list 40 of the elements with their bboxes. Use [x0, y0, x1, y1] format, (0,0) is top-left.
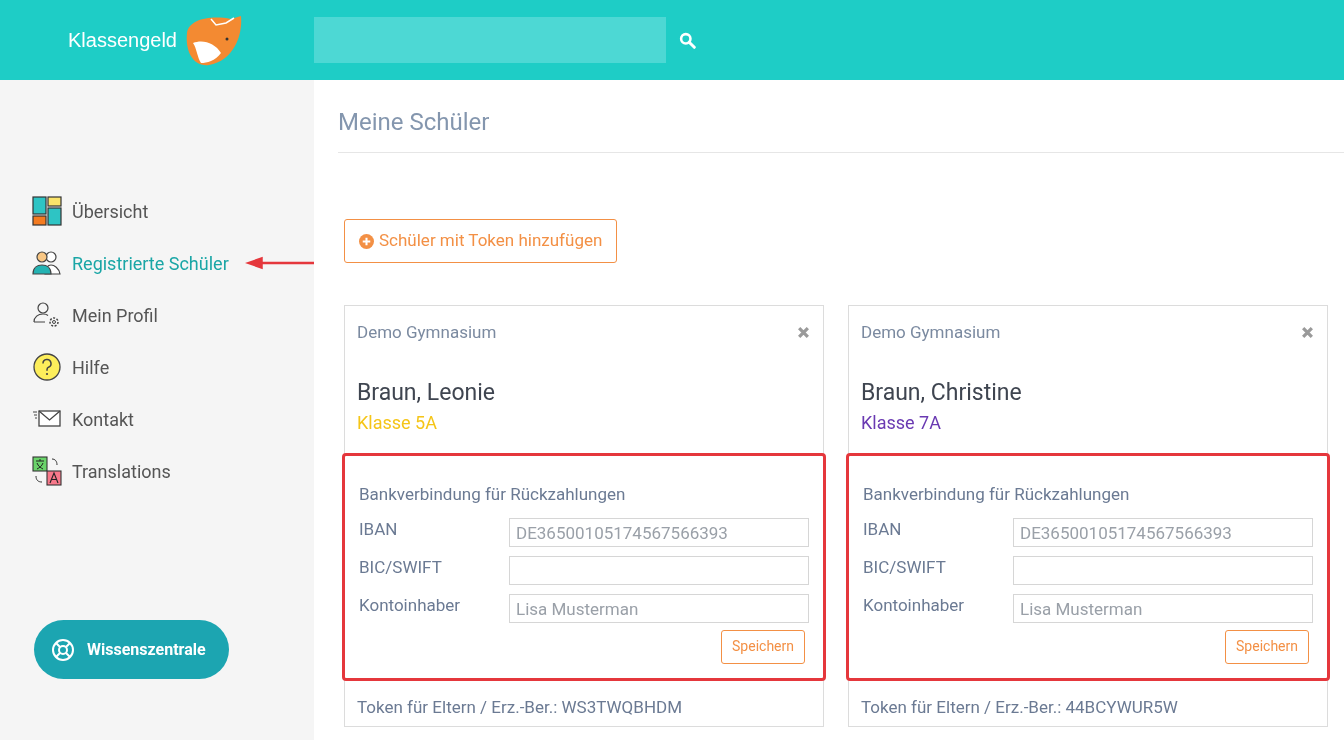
input-field[interactable]: Lisa Musterman: [509, 594, 809, 623]
input-field[interactable]: Lisa Musterman: [1013, 594, 1313, 623]
student-name: Braun, Christine: [860, 377, 1023, 408]
nav-link[interactable]: Übersicht: [72, 197, 149, 225]
field-label: IBAN: [359, 517, 399, 541]
field-label: BIC/SWIFT: [863, 555, 947, 579]
field-label: Kontoinhaber: [359, 593, 462, 617]
nav-link[interactable]: Hilfe: [72, 353, 110, 381]
users-icon: [32, 248, 62, 278]
plus-circle-icon: [359, 233, 374, 249]
translate-icon: [32, 456, 62, 486]
bank-details-title: Bankverbindung für Rückzahlungen: [863, 483, 1131, 506]
input-field[interactable]: [1013, 556, 1313, 585]
nav-link[interactable]: Mein Profil: [72, 301, 158, 329]
field-label: IBAN: [863, 517, 903, 541]
school-name: Demo Gymnasium: [357, 321, 497, 344]
help-icon: [32, 352, 62, 382]
parent-token: Token für Eltern / Erz.-Ber.: WS3TWQBHDM: [356, 696, 683, 719]
close-icon[interactable]: [797, 326, 810, 340]
nav-link[interactable]: Kontakt: [72, 405, 134, 433]
search-field[interactable]: [314, 17, 666, 63]
nav-link[interactable]: Translations: [72, 457, 171, 485]
school-name: Demo Gymnasium: [861, 321, 1001, 344]
page-title: Meine Schüler: [338, 104, 1344, 153]
input-field[interactable]: DE36500105174567566393: [509, 518, 809, 547]
parent-token: Token für Eltern / Erz.-Ber.: 44BCYWUR5W: [860, 696, 1179, 719]
field-label: BIC/SWIFT: [359, 555, 443, 579]
input-field[interactable]: [509, 556, 809, 585]
logo-text: Klassengeld: [68, 28, 177, 53]
student-name: Braun, Leonie: [356, 377, 496, 408]
bank-details-title: Bankverbindung für Rückzahlungen: [359, 483, 627, 506]
pointer-arrow: [244, 255, 314, 271]
class-label: Klasse 5A: [356, 411, 438, 435]
close-icon[interactable]: [1301, 326, 1314, 340]
dashboard-icon: [32, 196, 62, 226]
input-field[interactable]: DE36500105174567566393: [1013, 518, 1313, 547]
search-icon[interactable]: [679, 31, 696, 49]
field-label: Kontoinhaber: [863, 593, 966, 617]
lifebuoy-icon: [51, 637, 75, 662]
class-label: Klasse 7A: [860, 411, 942, 435]
